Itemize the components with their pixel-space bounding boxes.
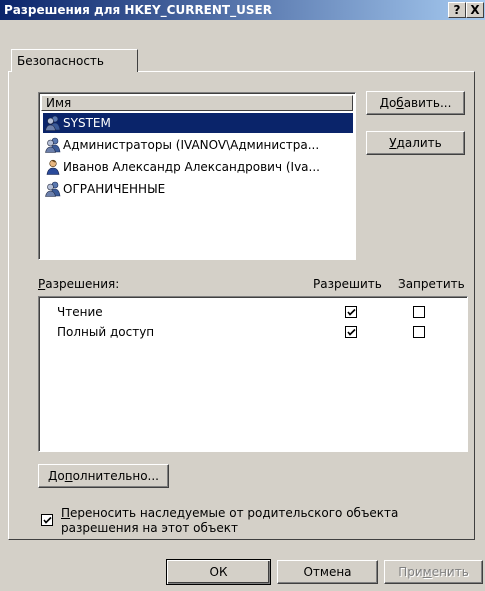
apply-button[interactable]: Применить [384,560,483,584]
deny-checkbox[interactable] [413,306,425,318]
allow-column-header: Разрешить [313,277,382,291]
users-list[interactable]: Имя SYSTEM Администраторы (IVANOV\Админис… [38,92,356,260]
column-header-label: Имя [46,96,72,110]
permission-row: Чтение [41,303,467,321]
tab-panel: Имя SYSTEM Администраторы (IVANOV\Админис… [8,71,475,540]
list-item[interactable]: SYSTEM [43,113,353,133]
list-item-label: ОГРАНИЧЕННЫЕ [63,182,166,196]
deny-column-header: Запретить [398,277,465,291]
group-icon [45,115,61,131]
user-icon [45,159,61,175]
list-item-label: SYSTEM [63,116,111,130]
inherit-checkbox[interactable] [41,514,53,526]
remove-button[interactable]: Удалить [366,131,465,155]
list-item-label: Администраторы (IVANOV\Администра... [63,138,320,152]
deny-checkbox[interactable] [413,326,425,338]
list-item[interactable]: Иванов Александр Александрович (Iva... [43,157,353,177]
permission-name: Чтение [57,305,103,319]
allow-checkbox[interactable] [345,326,357,338]
tab-security[interactable]: Безопасность [11,49,138,72]
permission-row: Полный доступ [41,323,467,341]
list-item[interactable]: ОГРАНИЧЕННЫЕ [43,179,353,199]
list-item[interactable]: Администраторы (IVANOV\Администра... [43,135,353,155]
cancel-button[interactable]: Отмена [277,560,378,584]
ok-button[interactable]: ОК [166,559,271,585]
tab-security-label: Безопасность [17,54,104,68]
inherit-label[interactable]: Переносить наследуемые от родительского … [61,506,398,536]
list-item-label: Иванов Александр Александрович (Iva... [63,160,320,174]
permissions-list[interactable]: Чтение Полный доступ [38,296,468,452]
add-button[interactable]: Добавить... [366,91,465,115]
permission-name: Полный доступ [57,325,155,339]
allow-checkbox[interactable] [345,306,357,318]
group-icon [45,181,61,197]
group-icon [45,137,61,153]
permissions-label: Разрешения: [38,277,120,291]
column-header-name[interactable]: Имя [41,95,353,111]
window-title: Разрешения для HKEY_CURRENT_USER [4,3,272,17]
advanced-button[interactable]: Дополнительно... [38,464,169,488]
help-button[interactable]: ? [448,2,466,18]
close-button[interactable]: X [466,2,484,18]
